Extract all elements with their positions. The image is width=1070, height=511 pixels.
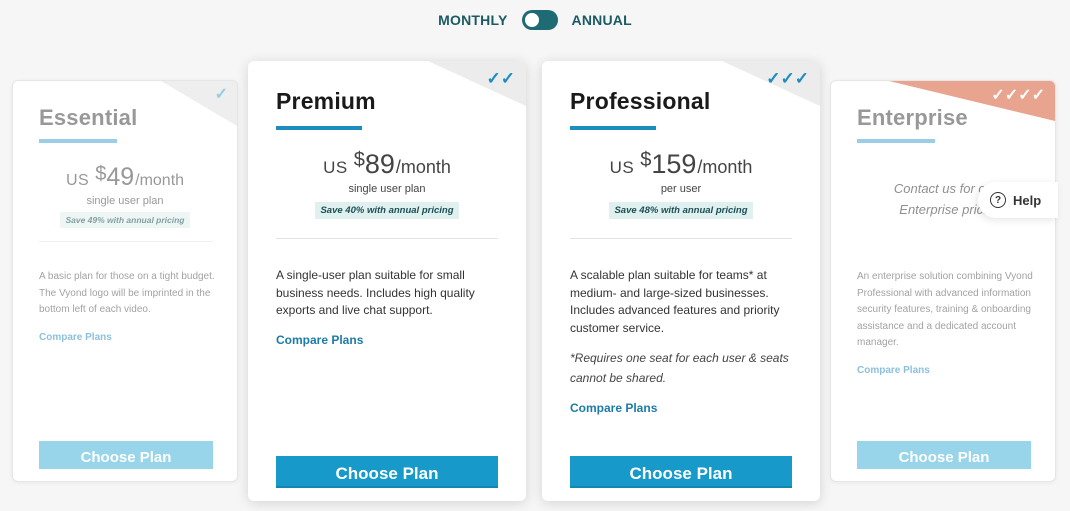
save-badge: Save 49% with annual pricing (60, 212, 190, 228)
price-currency: US (609, 158, 635, 177)
price-period: /month (135, 172, 185, 189)
plan-description: A scalable plan suitable for teams* at m… (570, 268, 780, 335)
title-underline (570, 126, 656, 130)
plan-description-block: A basic plan for those on a tight budget… (39, 269, 217, 346)
price-symbol: $ (95, 163, 107, 185)
price-currency: US (65, 172, 90, 189)
compare-plans-link[interactable]: Compare Plans (570, 400, 657, 418)
check-icon: ✓✓✓ (766, 69, 809, 88)
price-block: US $ 89 /month single user plan Save 40%… (248, 149, 526, 219)
plan-card-premium: ✓✓ Premium US $ 89 /month single user pl… (248, 61, 526, 501)
title-underline (857, 139, 935, 143)
plan-description: A single-user plan suitable for small bu… (276, 268, 475, 317)
price-subtitle: single user plan (348, 183, 426, 195)
price-block: US $ 159 /month per user Save 48% with a… (542, 149, 820, 219)
save-badge: Save 48% with annual pricing (609, 202, 753, 219)
title-underline (39, 139, 117, 143)
plan-description-block: A single-user plan suitable for small bu… (276, 267, 498, 349)
price-amount: 89 (364, 149, 395, 179)
price-subtitle: per user (660, 183, 702, 195)
plan-title: Professional (570, 88, 711, 114)
annual-label[interactable]: ANNUAL (572, 12, 632, 28)
compare-plans-link[interactable]: Compare Plans (857, 363, 930, 380)
price-block: US $ 49 /month single user plan Save 49%… (13, 163, 237, 228)
choose-plan-button[interactable]: Choose Plan (857, 441, 1031, 469)
plan-description: A basic plan for those on a tight budget… (39, 271, 215, 315)
switch-knob (524, 13, 539, 27)
billing-switch[interactable] (521, 10, 558, 30)
check-icon: ✓ (214, 86, 228, 103)
help-button[interactable]: ? Help (978, 182, 1058, 218)
price-symbol: $ (640, 149, 652, 171)
plan-title: Enterprise (857, 105, 968, 130)
plan-card-enterprise: ✓✓✓✓ Enterprise Contact us for cu Enterp… (830, 80, 1056, 482)
choose-plan-button[interactable]: Choose Plan (276, 456, 498, 488)
choose-plan-button[interactable]: Choose Plan (39, 441, 213, 469)
plan-card-essential: ✓ Essential US $ 49 /month single user p… (12, 80, 238, 482)
price-period: /month (395, 157, 451, 177)
plan-title: Premium (276, 88, 376, 114)
price-currency: US (323, 158, 348, 177)
monthly-label[interactable]: MONTHLY (438, 12, 507, 28)
check-icon: ✓✓ (486, 69, 516, 88)
check-icon: ✓✓✓✓ (991, 87, 1045, 104)
title-underline (276, 126, 362, 130)
divider (39, 241, 213, 242)
save-badge: Save 40% with annual pricing (315, 202, 459, 219)
help-label: Help (1013, 192, 1042, 208)
compare-plans-link[interactable]: Compare Plans (39, 330, 112, 347)
plan-description-block: A scalable plan suitable for teams* at m… (570, 267, 792, 418)
plan-card-professional: ✓✓✓ Professional US $ 159 /month per use… (542, 61, 820, 501)
compare-plans-link[interactable]: Compare Plans (276, 332, 363, 350)
choose-plan-button[interactable]: Choose Plan (570, 456, 792, 488)
plan-description-block: An enterprise solution combining Vyond P… (857, 269, 1035, 379)
price-period: /month (697, 157, 753, 177)
billing-toggle: MONTHLY ANNUAL (0, 10, 1070, 30)
price-amount: 159 (651, 149, 697, 179)
plan-description: An enterprise solution combining Vyond P… (857, 271, 1033, 348)
price-amount: 49 (106, 163, 135, 191)
divider (276, 238, 498, 239)
plan-title: Essential (39, 105, 138, 130)
price-subtitle: single user plan (86, 195, 164, 207)
plan-note: *Requires one seat for each user & seats… (570, 351, 789, 385)
price-symbol: $ (353, 149, 365, 171)
divider (570, 238, 792, 239)
question-icon: ? (990, 192, 1006, 208)
